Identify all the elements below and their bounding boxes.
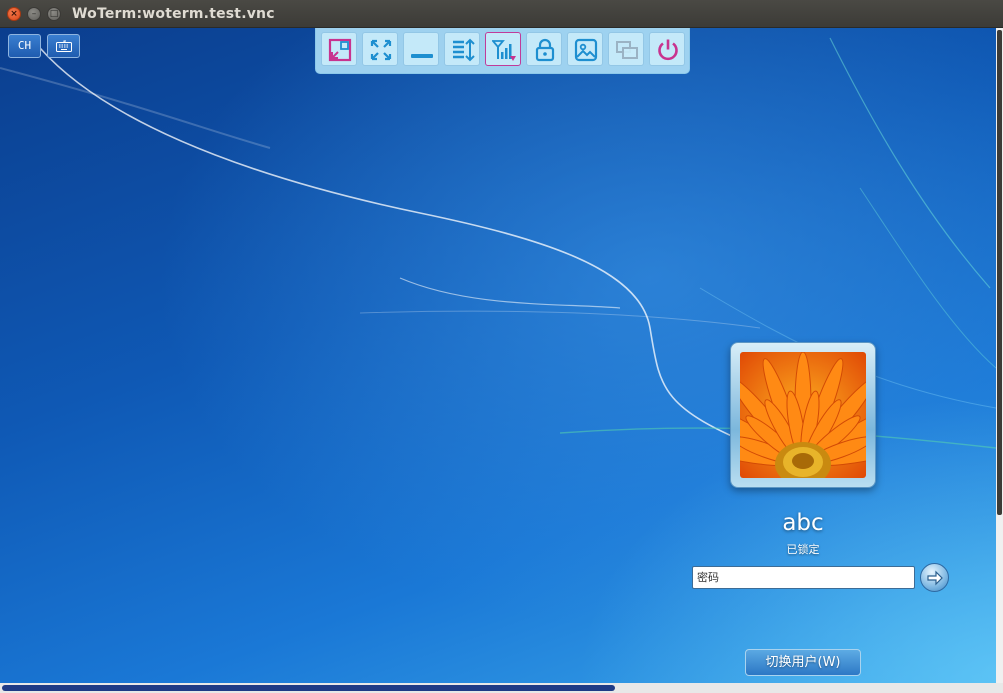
minimize-button[interactable] xyxy=(403,32,439,66)
scroll-adjust-icon xyxy=(453,38,475,62)
power-button[interactable] xyxy=(649,32,685,66)
restore-window-button[interactable] xyxy=(321,32,357,66)
close-window-button[interactable]: × xyxy=(7,7,21,21)
power-icon xyxy=(658,39,678,61)
ime-toggle-button[interactable]: CH xyxy=(8,34,41,58)
fullscreen-button[interactable] xyxy=(362,32,398,66)
vnc-toolbar xyxy=(315,28,690,74)
signal-quality-button[interactable] xyxy=(485,32,521,66)
lock-icon xyxy=(535,38,555,62)
minimize-icon xyxy=(411,54,433,58)
keyboard-icon xyxy=(55,40,72,52)
window-titlebar: × – □ WoTerm:woterm.test.vnc xyxy=(0,0,1003,28)
image-icon xyxy=(574,38,598,62)
username-label: abc xyxy=(782,510,824,536)
window-title: WoTerm:woterm.test.vnc xyxy=(72,6,275,22)
flower-picture xyxy=(740,352,866,478)
multi-window-icon xyxy=(616,41,638,59)
virtual-keyboard-button[interactable] xyxy=(47,34,80,58)
vertical-scrollbar[interactable] xyxy=(996,28,1003,683)
lock-status-label: 已锁定 xyxy=(786,543,820,556)
user-avatar xyxy=(730,342,876,488)
horizontal-scroll-thumb[interactable] xyxy=(2,685,615,691)
submit-arrow-button[interactable] xyxy=(920,563,949,592)
arrow-right-icon xyxy=(927,570,943,586)
lock-button[interactable] xyxy=(526,32,562,66)
restore-window-icon xyxy=(328,38,352,62)
password-input[interactable] xyxy=(692,566,915,589)
avatar-image xyxy=(740,352,866,478)
scroll-adjust-button[interactable] xyxy=(444,32,480,66)
fullscreen-icon xyxy=(370,39,392,61)
signal-quality-icon xyxy=(492,40,516,61)
switch-user-button[interactable]: 切换用户(W) xyxy=(745,649,861,676)
vertical-scroll-thumb[interactable] xyxy=(997,30,1002,515)
multi-window-button[interactable] xyxy=(608,32,644,66)
remote-desktop[interactable]: CH abc 已锁定 切换用户(W) xyxy=(0,28,996,683)
image-button[interactable] xyxy=(567,32,603,66)
minimize-window-button[interactable]: – xyxy=(27,7,41,21)
horizontal-scrollbar[interactable] xyxy=(0,683,1003,693)
maximize-window-button[interactable]: □ xyxy=(47,7,61,21)
